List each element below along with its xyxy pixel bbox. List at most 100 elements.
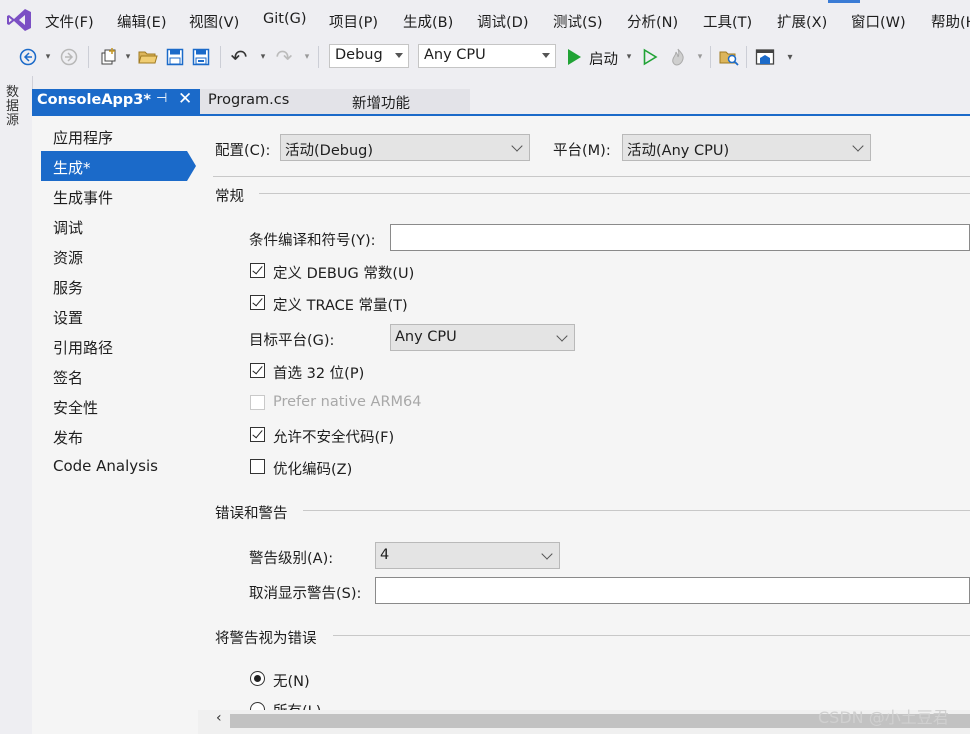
menu-test[interactable]: 测试(S) xyxy=(553,11,603,32)
menu-tools[interactable]: 工具(T) xyxy=(703,11,752,32)
define-trace-label: 定义 TRACE 常量(T) xyxy=(273,298,408,314)
config-label: 配置(C): xyxy=(215,143,271,159)
menu-analyze[interactable]: 分析(N) xyxy=(627,11,678,32)
tab-new-feature[interactable]: 新增功能 xyxy=(352,92,410,113)
section-title-general: 常规 xyxy=(215,189,244,205)
chevron-down-icon xyxy=(542,53,550,58)
menu-file[interactable]: 文件(F) xyxy=(45,11,94,32)
treat-all-radio[interactable] xyxy=(250,702,265,710)
undo-dropdown-icon[interactable]: ▾ xyxy=(253,47,273,67)
treat-none-label: 无(N) xyxy=(273,674,310,690)
project-properties-nav xyxy=(32,116,198,734)
nav-item-resources[interactable]: 资源 xyxy=(53,247,83,268)
nav-item-services[interactable]: 服务 xyxy=(53,277,83,298)
scroll-left-icon[interactable]: ‹ xyxy=(216,710,222,726)
solution-config-select[interactable]: Debug xyxy=(329,44,409,68)
hot-reload-icon[interactable] xyxy=(668,47,688,67)
nav-item-settings[interactable]: 设置 xyxy=(53,307,83,328)
treat-all-label: 所有(L) xyxy=(273,700,321,710)
start-play-icon[interactable] xyxy=(564,47,584,67)
optimize-code-checkbox[interactable] xyxy=(250,459,265,474)
section-divider xyxy=(303,510,970,511)
undo-icon[interactable]: ↶ xyxy=(229,45,249,69)
start-button-label[interactable]: 启动 xyxy=(589,48,618,69)
menu-build[interactable]: 生成(B) xyxy=(403,11,453,32)
treat-none-radio[interactable] xyxy=(250,671,265,686)
menu-view[interactable]: 视图(V) xyxy=(189,11,239,32)
nav-item-reference-paths[interactable]: 引用路径 xyxy=(53,337,113,358)
allow-unsafe-checkbox[interactable] xyxy=(250,427,265,442)
watermark: CSDN @小土豆君 xyxy=(818,708,949,727)
toolbar-separator xyxy=(88,46,89,68)
chevron-down-icon xyxy=(852,140,864,152)
suppress-warnings-label: 取消显示警告(S): xyxy=(249,586,362,602)
nav-item-build-events[interactable]: 生成事件 xyxy=(53,187,113,208)
allow-unsafe-label: 允许不安全代码(F) xyxy=(273,430,395,446)
solution-config-value: Debug xyxy=(335,47,383,63)
tab-label: Program.cs xyxy=(208,92,290,108)
warning-level-select[interactable]: 4 xyxy=(375,542,560,569)
close-icon[interactable]: ✕ xyxy=(178,89,192,109)
hot-reload-dropdown-icon[interactable]: ▾ xyxy=(690,47,710,67)
nav-item-publish[interactable]: 发布 xyxy=(53,427,83,448)
platform-target-select[interactable]: Any CPU xyxy=(390,324,575,351)
start-without-debugging-icon[interactable] xyxy=(640,47,660,67)
section-divider xyxy=(259,193,970,194)
platform-select[interactable]: 活动(Any CPU) xyxy=(622,134,871,161)
platform-target-value: Any CPU xyxy=(395,329,457,345)
new-project-icon[interactable] xyxy=(98,47,118,67)
platform-select-value: 活动(Any CPU) xyxy=(627,143,730,159)
solution-platform-select[interactable]: Any CPU xyxy=(418,44,556,68)
define-trace-checkbox[interactable] xyxy=(250,295,265,310)
redo-icon[interactable]: ↷ xyxy=(274,45,294,69)
conditional-symbols-input[interactable] xyxy=(390,224,970,251)
tab-consoleapp3[interactable]: ConsoleApp3* ⊣ ✕ xyxy=(32,89,200,115)
find-in-files-icon[interactable] xyxy=(719,47,739,67)
toolbar-separator xyxy=(746,46,747,68)
toolbar-overflow-icon[interactable]: ▾ xyxy=(780,47,800,67)
menu-extensions[interactable]: 扩展(X) xyxy=(777,11,827,32)
toolbar-separator xyxy=(220,46,221,68)
suppress-warnings-input[interactable] xyxy=(375,577,970,604)
define-debug-checkbox[interactable] xyxy=(250,263,265,278)
optimize-code-label: 优化编码(Z) xyxy=(273,462,353,478)
menu-help[interactable]: 帮助(H) xyxy=(931,11,970,32)
prefer-arm64-label: Prefer native ARM64 xyxy=(273,394,422,410)
open-folder-icon[interactable] xyxy=(138,47,158,67)
conditional-symbols-label: 条件编译和符号(Y): xyxy=(249,233,376,249)
tab-label: ConsoleApp3* xyxy=(37,92,151,108)
toolbar-separator xyxy=(710,46,711,68)
menu-edit[interactable]: 编辑(E) xyxy=(117,11,166,32)
toolbar-separator xyxy=(318,46,319,68)
tab-program-cs[interactable]: Program.cs 新增功能 xyxy=(200,89,470,115)
nav-item-build[interactable]: 生成* xyxy=(53,157,91,178)
start-dropdown-icon[interactable]: ▾ xyxy=(619,47,639,67)
menu-project[interactable]: 项目(P) xyxy=(329,11,378,32)
title-accent-bar xyxy=(828,0,860,3)
new-dropdown-icon[interactable]: ▾ xyxy=(118,47,138,67)
menu-git[interactable]: Git(G) xyxy=(263,11,307,27)
forward-icon[interactable] xyxy=(59,47,79,67)
nav-item-application[interactable]: 应用程序 xyxy=(53,127,113,148)
prefer-32bit-checkbox[interactable] xyxy=(250,363,265,378)
nav-item-security[interactable]: 安全性 xyxy=(53,397,98,418)
prefer-arm64-checkbox[interactable] xyxy=(250,395,265,410)
prefer-32bit-label: 首选 32 位(P) xyxy=(273,366,365,382)
toolbar: ▾ ▾ ↶ ▾ ↷ ▾ Debug Any CPU 启动 ▾ ▾ ▾ xyxy=(0,40,970,76)
nav-item-debug[interactable]: 调试 xyxy=(53,217,83,238)
nav-item-signing[interactable]: 签名 xyxy=(53,367,83,388)
menu-window[interactable]: 窗口(W) xyxy=(851,11,906,32)
treat-all-row-clip: 所有(L) xyxy=(240,700,440,710)
config-select[interactable]: 活动(Debug) xyxy=(280,134,530,161)
menu-debug[interactable]: 调试(D) xyxy=(477,11,528,32)
window-layout-icon[interactable] xyxy=(755,47,775,67)
save-icon[interactable] xyxy=(165,47,185,67)
back-icon[interactable] xyxy=(18,47,38,67)
back-dropdown-icon[interactable]: ▾ xyxy=(38,47,58,67)
redo-dropdown-icon[interactable]: ▾ xyxy=(297,47,317,67)
data-sources-tab[interactable]: 数据源 xyxy=(6,86,24,128)
visual-studio-logo-icon[interactable] xyxy=(6,8,32,32)
nav-item-code-analysis[interactable]: Code Analysis xyxy=(53,457,158,475)
pin-icon[interactable]: ⊣ xyxy=(156,91,167,106)
save-all-icon[interactable] xyxy=(191,47,211,67)
